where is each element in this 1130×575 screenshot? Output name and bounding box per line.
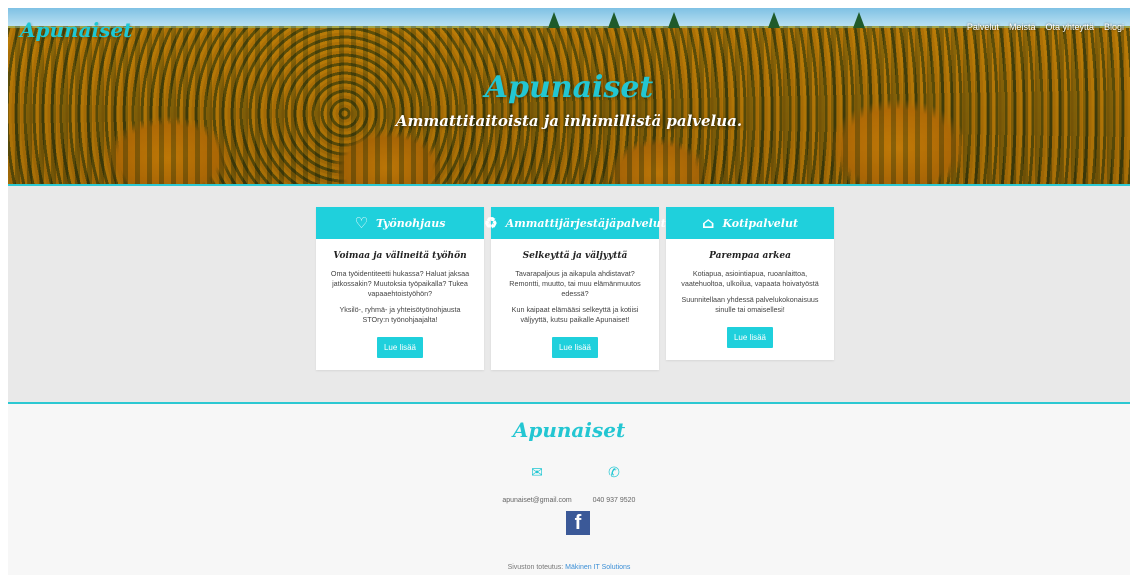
- tree-silhouette: [768, 12, 780, 28]
- contact-email[interactable]: ✉ apunaiset@gmail.com: [500, 464, 574, 507]
- card-text: Suunnitellaan yhdessä palvelukokonaisuus…: [681, 295, 819, 314]
- sunflower-field: [8, 26, 1130, 184]
- card-text: Kun kaipaat elämääsi selkeyttä ja kotiis…: [511, 305, 639, 324]
- envelope-icon: ✉: [531, 464, 543, 480]
- home-icon: ⌂: [701, 214, 715, 232]
- tree-silhouette: [548, 12, 560, 28]
- tree-silhouette: [853, 12, 865, 28]
- card-text: Kotiapua, asiointiapua, ruoanlaittoa, va…: [681, 269, 819, 288]
- phone-icon: ✆: [608, 464, 620, 480]
- hero-banner: Apunaiset Palvelut Meistä Ota yhteyttä B…: [8, 8, 1130, 184]
- phone-text[interactable]: 040 937 9520: [593, 497, 636, 504]
- read-more-button[interactable]: Lue lisää: [551, 337, 599, 358]
- services-section: ♡ Työnohjaus Voimaa ja välineitä työhön …: [8, 186, 1130, 402]
- nav-item-palvelut[interactable]: Palvelut: [967, 22, 999, 32]
- tree-silhouette: [668, 12, 680, 28]
- nav-item-ota-yhteytta[interactable]: Ota yhteyttä: [1045, 22, 1094, 32]
- hero-sky: [8, 8, 1130, 28]
- card-title: Työnohjaus: [376, 216, 446, 230]
- card-subtitle: Parempaa arkea: [709, 251, 791, 261]
- card-text: Yksilö-, ryhmä- ja yhteisötyönohjausta S…: [339, 305, 461, 324]
- card-header: ♡ Työnohjaus: [316, 207, 484, 239]
- card-text: Tavarapaljous ja aikapula ahdistavat? Re…: [509, 269, 641, 298]
- nav-item-blogi[interactable]: Blogi: [1104, 22, 1124, 32]
- card-text: Oma työidentiteetti hukassa? Haluat jaks…: [330, 269, 470, 298]
- card-header: ⌂ Kotipalvelut: [666, 207, 834, 239]
- card-body: Selkeyttä ja väljyyttä Tavarapaljous ja …: [491, 239, 659, 370]
- tree-silhouette: [608, 12, 620, 28]
- nav-item-meista[interactable]: Meistä: [1009, 22, 1036, 32]
- card-title: Kotipalvelut: [722, 216, 799, 230]
- hero-title: Apunaiset: [484, 70, 654, 105]
- credits-label: Sivuston toteutus:: [507, 564, 564, 571]
- service-card-ammattijarjestaja: ♻ Ammattijärjestäjäpalvelut Selkeyttä ja…: [484, 207, 666, 370]
- hero-subtitle: Ammattitaitoista ja inhimillistä palvelu…: [395, 112, 743, 130]
- card-body: Voimaa ja välineitä työhön Oma työidenti…: [316, 239, 484, 370]
- read-more-button[interactable]: Lue lisää: [726, 327, 774, 348]
- card-subtitle: Voimaa ja välineitä työhön: [333, 251, 467, 261]
- card-subtitle: Selkeyttä ja väljyyttä: [522, 251, 628, 261]
- main-nav: Palvelut Meistä Ota yhteyttä Blogi: [967, 22, 1124, 32]
- card-header: ♻ Ammattijärjestäjäpalvelut: [484, 207, 666, 239]
- site-logo[interactable]: Apunaiset: [20, 18, 132, 42]
- service-card-tyonohjaus: ♡ Työnohjaus Voimaa ja välineitä työhön …: [316, 207, 484, 370]
- credits-link[interactable]: Mäkinen IT Solutions: [565, 564, 630, 571]
- contact-phone[interactable]: ✆ 040 937 9520: [586, 464, 642, 507]
- site-credits: Sivuston toteutus: Mäkinen IT Solutions: [8, 564, 1130, 571]
- heart-icon: ♡: [354, 214, 369, 232]
- recycle-icon: ♻: [484, 214, 498, 232]
- service-card-kotipalvelut: ⌂ Kotipalvelut Parempaa arkea Kotiapua, …: [666, 207, 834, 360]
- facebook-icon[interactable]: f: [566, 511, 590, 535]
- read-more-button[interactable]: Lue lisää: [376, 337, 424, 358]
- site-footer: Apunaiset ✉ apunaiset@gmail.com ✆ 040 93…: [8, 404, 1130, 575]
- email-text[interactable]: apunaiset@gmail.com: [502, 497, 571, 504]
- card-title: Ammattijärjestäjäpalvelut: [505, 216, 666, 230]
- footer-logo: Apunaiset: [512, 418, 626, 442]
- card-body: Parempaa arkea Kotiapua, asiointiapua, r…: [666, 239, 834, 360]
